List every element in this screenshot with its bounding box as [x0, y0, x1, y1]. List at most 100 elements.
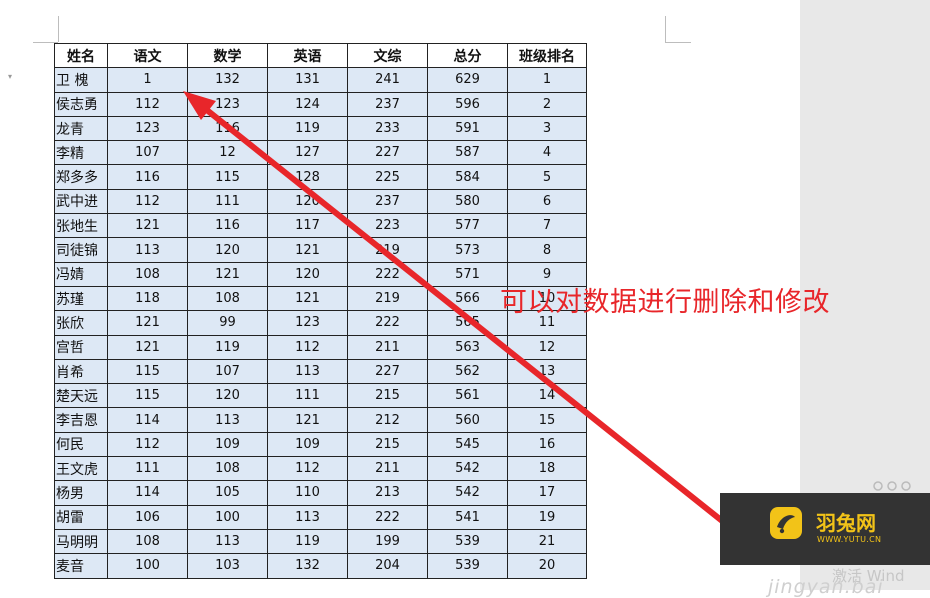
- cell-total[interactable]: 580: [427, 188, 508, 215]
- cell-math[interactable]: 120: [187, 237, 268, 263]
- cell-chinese[interactable]: 108: [107, 261, 188, 287]
- cell-chinese[interactable]: 116: [107, 164, 188, 190]
- table-row[interactable]: 卫 槐 1 132 131 241 629 1: [54, 67, 587, 93]
- cell-name[interactable]: 楚天远: [54, 383, 108, 409]
- cell-chinese[interactable]: 123: [107, 115, 188, 142]
- cell-chinese[interactable]: 115: [107, 383, 188, 409]
- cell-liberal-arts[interactable]: 241: [347, 67, 428, 93]
- cell-english[interactable]: 109: [267, 431, 348, 458]
- column-header-chinese[interactable]: 语文: [107, 42, 188, 69]
- cell-total[interactable]: 565: [427, 310, 508, 336]
- column-header-english[interactable]: 英语: [267, 42, 348, 69]
- cell-english[interactable]: 113: [267, 504, 348, 530]
- cell-class-rank[interactable]: 17: [507, 480, 587, 506]
- cell-chinese[interactable]: 106: [107, 504, 188, 530]
- cell-chinese[interactable]: 121: [107, 310, 188, 336]
- cell-chinese[interactable]: 114: [107, 480, 188, 506]
- cell-liberal-arts[interactable]: 211: [347, 334, 428, 360]
- cell-class-rank[interactable]: 20: [507, 553, 587, 579]
- cell-total[interactable]: 573: [427, 237, 508, 263]
- cell-english[interactable]: 131: [267, 67, 348, 93]
- table-row[interactable]: 肖希 115 107 113 227 562 13: [54, 358, 587, 385]
- cell-english[interactable]: 112: [267, 334, 348, 360]
- cell-class-rank[interactable]: 21: [507, 528, 587, 555]
- table-row[interactable]: 司徒锦 113 120 121 219 573 8: [54, 237, 587, 263]
- table-row[interactable]: 麦音 100 103 132 204 539 20: [54, 553, 587, 579]
- cell-name[interactable]: 李吉恩: [54, 407, 108, 433]
- cell-class-rank[interactable]: 2: [507, 91, 587, 117]
- cell-name[interactable]: 杨男: [54, 480, 108, 506]
- table-row[interactable]: 侯志勇 112 123 124 237 596 2: [54, 91, 587, 117]
- cell-english[interactable]: 117: [267, 213, 348, 239]
- cell-math[interactable]: 100: [187, 504, 268, 530]
- cell-english[interactable]: 113: [267, 358, 348, 385]
- table-row[interactable]: 马明明 108 113 119 199 539 21: [54, 528, 587, 555]
- cell-liberal-arts[interactable]: 222: [347, 504, 428, 530]
- cell-liberal-arts[interactable]: 223: [347, 213, 428, 239]
- cell-math[interactable]: 115: [187, 164, 268, 190]
- cell-english[interactable]: 111: [267, 383, 348, 409]
- table-row[interactable]: 楚天远 115 120 111 215 561 14: [54, 383, 587, 409]
- cell-liberal-arts[interactable]: 222: [347, 261, 428, 287]
- cell-total[interactable]: 566: [427, 285, 508, 312]
- cell-name[interactable]: 侯志勇: [54, 91, 108, 117]
- cell-name[interactable]: 胡雷: [54, 504, 108, 530]
- cell-class-rank[interactable]: 14: [507, 383, 587, 409]
- cell-liberal-arts[interactable]: 219: [347, 285, 428, 312]
- cell-name[interactable]: 郑多多: [54, 164, 108, 190]
- cell-math[interactable]: 121: [187, 261, 268, 287]
- cell-liberal-arts[interactable]: 215: [347, 431, 428, 458]
- cell-total[interactable]: 542: [427, 456, 508, 482]
- cell-liberal-arts[interactable]: 227: [347, 140, 428, 166]
- cell-liberal-arts[interactable]: 233: [347, 115, 428, 142]
- cell-name[interactable]: 卫 槐: [54, 67, 108, 93]
- cell-total[interactable]: 629: [427, 67, 508, 93]
- cell-chinese[interactable]: 112: [107, 188, 188, 215]
- cell-name[interactable]: 马明明: [54, 528, 108, 555]
- cell-liberal-arts[interactable]: 225: [347, 164, 428, 190]
- cell-class-rank[interactable]: 4: [507, 140, 587, 166]
- cell-english[interactable]: 123: [267, 310, 348, 336]
- cell-total[interactable]: 539: [427, 528, 508, 555]
- cell-total[interactable]: 563: [427, 334, 508, 360]
- table-row[interactable]: 李精 107 12 127 227 587 4: [54, 140, 587, 166]
- cell-class-rank[interactable]: 8: [507, 237, 587, 263]
- cell-class-rank[interactable]: 19: [507, 504, 587, 530]
- cell-name[interactable]: 张欣: [54, 310, 108, 336]
- cell-name[interactable]: 张地生: [54, 213, 108, 239]
- cell-total[interactable]: 571: [427, 261, 508, 287]
- cell-liberal-arts[interactable]: 227: [347, 358, 428, 385]
- cell-name[interactable]: 何民: [54, 431, 108, 458]
- cell-english[interactable]: 132: [267, 553, 348, 579]
- column-header-liberal-arts[interactable]: 文综: [347, 42, 428, 69]
- cell-english[interactable]: 124: [267, 91, 348, 117]
- cell-chinese[interactable]: 111: [107, 456, 188, 482]
- cell-name[interactable]: 李精: [54, 140, 108, 166]
- cell-class-rank[interactable]: 1: [507, 67, 587, 93]
- cell-liberal-arts[interactable]: 222: [347, 310, 428, 336]
- cell-name[interactable]: 冯婧: [54, 261, 108, 287]
- cell-liberal-arts[interactable]: 215: [347, 383, 428, 409]
- cell-name[interactable]: 宫哲: [54, 334, 108, 360]
- cell-liberal-arts[interactable]: 237: [347, 91, 428, 117]
- cell-class-rank[interactable]: 15: [507, 407, 587, 433]
- cell-chinese[interactable]: 107: [107, 140, 188, 166]
- cell-total[interactable]: 545: [427, 431, 508, 458]
- table-row[interactable]: 宫哲 121 119 112 211 563 12: [54, 334, 587, 360]
- cell-class-rank[interactable]: 7: [507, 213, 587, 239]
- cell-total[interactable]: 587: [427, 140, 508, 166]
- cell-math[interactable]: 119: [187, 334, 268, 360]
- cell-total[interactable]: 562: [427, 358, 508, 385]
- cell-english[interactable]: 110: [267, 480, 348, 506]
- cell-chinese[interactable]: 112: [107, 91, 188, 117]
- cell-name[interactable]: 王文虎: [54, 456, 108, 482]
- cell-math[interactable]: 108: [187, 456, 268, 482]
- cell-total[interactable]: 591: [427, 115, 508, 142]
- cell-class-rank[interactable]: 18: [507, 456, 587, 482]
- cell-total[interactable]: 584: [427, 164, 508, 190]
- cell-total[interactable]: 542: [427, 480, 508, 506]
- cell-english[interactable]: 119: [267, 115, 348, 142]
- cell-chinese[interactable]: 115: [107, 358, 188, 385]
- cell-chinese[interactable]: 1: [107, 67, 188, 93]
- cell-name[interactable]: 麦音: [54, 553, 108, 579]
